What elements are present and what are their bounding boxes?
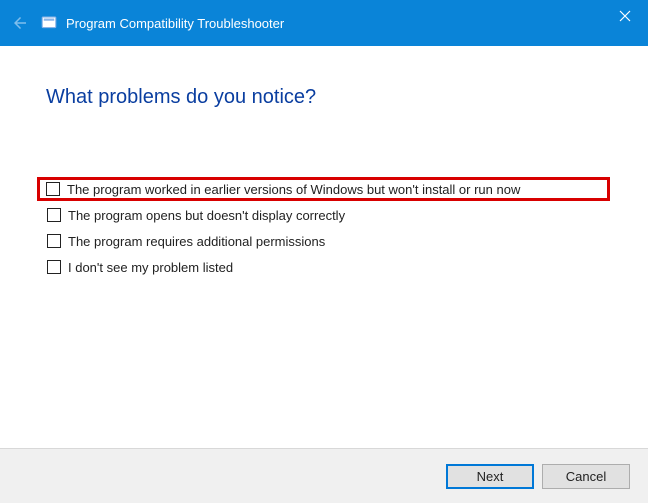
problem-option[interactable]: The program opens but doesn't display co… [46, 203, 610, 227]
cancel-button[interactable]: Cancel [542, 464, 630, 489]
checkbox[interactable] [46, 182, 60, 196]
option-label: I don't see my problem listed [68, 260, 233, 275]
content-area: What problems do you notice? The program… [0, 46, 648, 448]
option-label: The program requires additional permissi… [68, 234, 325, 249]
titlebar: Program Compatibility Troubleshooter [0, 0, 648, 46]
page-heading: What problems do you notice? [46, 86, 610, 109]
back-arrow-button[interactable] [0, 0, 40, 46]
problem-options: The program worked in earlier versions o… [46, 177, 610, 279]
window-title: Program Compatibility Troubleshooter [66, 16, 284, 31]
next-button[interactable]: Next [446, 464, 534, 489]
problem-option[interactable]: The program worked in earlier versions o… [37, 177, 610, 201]
problem-option[interactable]: The program requires additional permissi… [46, 229, 610, 253]
problem-option[interactable]: I don't see my problem listed [46, 255, 610, 279]
close-button[interactable] [602, 0, 648, 32]
back-arrow-icon [11, 14, 29, 32]
troubleshooter-icon [40, 14, 58, 32]
checkbox[interactable] [47, 260, 61, 274]
footer: Next Cancel [0, 448, 648, 503]
close-icon [619, 10, 631, 22]
option-label: The program worked in earlier versions o… [67, 182, 520, 197]
option-label: The program opens but doesn't display co… [68, 208, 345, 223]
checkbox[interactable] [47, 208, 61, 222]
checkbox[interactable] [47, 234, 61, 248]
